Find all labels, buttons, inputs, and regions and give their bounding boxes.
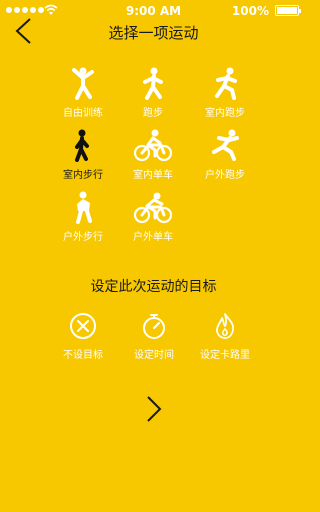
goal-set-calories[interactable]: 设定卡路里 <box>180 312 270 361</box>
outdoor-bike-icon <box>133 192 173 224</box>
battery-percentage: 100% <box>231 4 269 18</box>
sport-indoor-run[interactable]: 室内跑步 <box>180 66 270 122</box>
indoor-run-icon <box>215 67 237 100</box>
indoor-bike-icon <box>133 129 173 162</box>
free-training-icon <box>72 67 94 100</box>
run-icon <box>143 67 163 100</box>
outdoor-run-icon <box>212 129 239 161</box>
sport-label: 户外跑步 <box>205 170 245 181</box>
flame-icon <box>216 313 235 339</box>
outdoor-walk-icon <box>76 191 92 224</box>
indoor-walk-icon <box>75 129 89 162</box>
battery-icon <box>275 5 301 16</box>
sport-outdoor-bike[interactable]: 户外单车 <box>108 190 198 246</box>
sport-label: 室内跑步 <box>205 108 245 119</box>
goal-section-title: 设定此次运动的目标 <box>90 279 217 295</box>
no-goal-icon <box>70 313 96 339</box>
status-bar: 9:00 AM 100% <box>0 0 307 22</box>
page-title: 选择一项运动 <box>108 24 199 42</box>
stopwatch-icon <box>143 314 165 339</box>
sport-outdoor-run[interactable]: 户外跑步 <box>180 128 270 184</box>
sport-label: 户外单车 <box>133 232 173 243</box>
next-chevron-icon[interactable] <box>143 394 165 424</box>
goal-label: 设定卡路里 <box>200 350 250 361</box>
